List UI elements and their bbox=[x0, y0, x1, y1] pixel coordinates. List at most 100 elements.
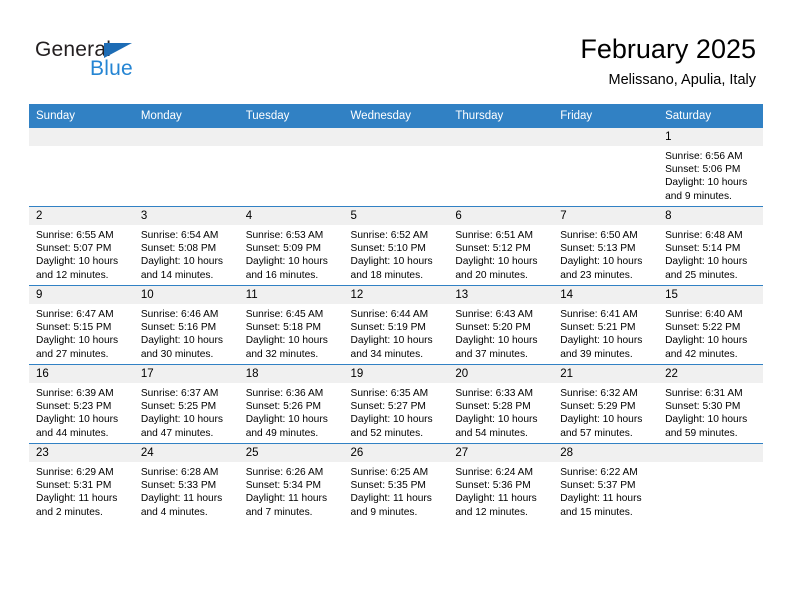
calendar-day-cell[interactable]: 7 Sunrise: 6:50 AM Sunset: 5:13 PM Daylight… bbox=[553, 206, 659, 286]
day-number: 7 bbox=[553, 207, 659, 225]
day-detail-line: Daylight: 11 hours bbox=[140, 493, 223, 505]
day-detail-line: Sunrise: 6:46 AM bbox=[140, 309, 219, 320]
day-details: Sunrise: 6:24 AM Sunset: 5:36 PM Daylight:… bbox=[448, 462, 553, 519]
day-detail-line: Sunrise: 6:39 AM bbox=[36, 388, 114, 399]
day-details: Sunrise: 6:25 AM Sunset: 5:35 PM Daylight:… bbox=[344, 462, 449, 519]
day-detail-line: Sunrise: 6:53 AM bbox=[245, 230, 324, 241]
calendar-day-cell[interactable]: 6 Sunrise: 6:51 AM Sunset: 5:12 PM Daylight… bbox=[448, 206, 554, 286]
calendar-day-cell[interactable]: 5 Sunrise: 6:52 AM Sunset: 5:10 PM Daylight… bbox=[343, 206, 449, 286]
day-detail-line: Sunrise: 6:35 AM bbox=[350, 388, 429, 399]
calendar-day-cell[interactable]: 20 Sunrise: 6:33 AM Sunset: 5:28 PM Dayligh… bbox=[448, 364, 554, 444]
day-detail-line: Daylight: 10 hours bbox=[665, 256, 748, 268]
day-details: Sunrise: 6:28 AM Sunset: 5:33 PM Daylight:… bbox=[134, 462, 239, 519]
day-details: Sunrise: 6:36 AM Sunset: 5:26 PM Daylight:… bbox=[239, 383, 344, 440]
day-number bbox=[238, 128, 344, 146]
calendar-day-cell[interactable]: 9 Sunrise: 6:47 AM Sunset: 5:15 PM Daylight… bbox=[29, 285, 134, 365]
calendar-day-cell[interactable]: 21 Sunrise: 6:32 AM Sunset: 5:29 PM Dayligh… bbox=[553, 364, 659, 444]
weekday-header-sunday: Sunday bbox=[29, 104, 134, 128]
day-details: Sunrise: 6:51 AM Sunset: 5:12 PM Daylight:… bbox=[448, 225, 553, 282]
day-detail-line: Sunset: 5:35 PM bbox=[350, 480, 426, 492]
logo-text-blue: Blue bbox=[90, 57, 133, 80]
general-blue-logo[interactable]: General Blue bbox=[35, 38, 235, 86]
day-number: 22 bbox=[658, 365, 763, 383]
weekday-header-friday: Friday bbox=[553, 104, 659, 128]
day-number bbox=[29, 128, 134, 146]
calendar-day-cell[interactable]: 12 Sunrise: 6:44 AM Sunset: 5:19 PM Dayligh… bbox=[343, 285, 449, 365]
day-number: 26 bbox=[343, 444, 449, 462]
calendar-day-cell[interactable]: 26 Sunrise: 6:25 AM Sunset: 5:35 PM Dayligh… bbox=[343, 443, 449, 522]
day-detail-line: Sunset: 5:26 PM bbox=[245, 401, 322, 413]
calendar-day-cell[interactable]: 27 Sunrise: 6:24 AM Sunset: 5:36 PM Dayligh… bbox=[448, 443, 554, 522]
calendar-day-cell[interactable]: 28 Sunrise: 6:22 AM Sunset: 5:37 PM Dayligh… bbox=[553, 443, 659, 522]
day-details: Sunrise: 6:39 AM Sunset: 5:23 PM Daylight:… bbox=[29, 383, 134, 440]
day-detail-line: Sunset: 5:09 PM bbox=[245, 243, 322, 255]
day-detail-line: Daylight: 10 hours bbox=[665, 335, 748, 347]
day-detail-line: and 27 minutes. bbox=[36, 348, 109, 360]
calendar-empty-cell bbox=[553, 127, 659, 207]
day-details: Sunrise: 6:46 AM Sunset: 5:16 PM Daylight:… bbox=[134, 304, 239, 361]
day-details: Sunrise: 6:35 AM Sunset: 5:27 PM Daylight:… bbox=[344, 383, 449, 440]
calendar-day-cell[interactable]: 2 Sunrise: 6:55 AM Sunset: 5:07 PM Daylight… bbox=[29, 206, 134, 286]
day-detail-line: Sunset: 5:14 PM bbox=[665, 243, 741, 255]
day-detail-line: and 12 minutes. bbox=[36, 269, 109, 281]
day-details bbox=[344, 146, 449, 150]
day-detail-line: Sunrise: 6:41 AM bbox=[560, 309, 638, 320]
calendar-day-cell[interactable]: 3 Sunrise: 6:54 AM Sunset: 5:08 PM Daylight… bbox=[133, 206, 239, 286]
day-detail-line: Sunrise: 6:26 AM bbox=[245, 467, 324, 478]
day-detail-line: Sunrise: 6:37 AM bbox=[140, 388, 219, 399]
weekday-header-monday: Monday bbox=[133, 104, 239, 128]
day-detail-line: Sunrise: 6:40 AM bbox=[665, 309, 743, 320]
day-detail-line: Sunset: 5:19 PM bbox=[350, 322, 426, 334]
day-detail-line: and 30 minutes. bbox=[140, 348, 214, 360]
calendar-day-cell[interactable]: 15 Sunrise: 6:40 AM Sunset: 5:22 PM Dayligh… bbox=[658, 285, 763, 365]
calendar-day-cell[interactable]: 8 Sunrise: 6:48 AM Sunset: 5:14 PM Daylight… bbox=[658, 206, 763, 286]
day-detail-line: Daylight: 10 hours bbox=[350, 414, 433, 426]
calendar-day-cell[interactable]: 16 Sunrise: 6:39 AM Sunset: 5:23 PM Dayligh… bbox=[29, 364, 134, 444]
day-details: Sunrise: 6:32 AM Sunset: 5:29 PM Daylight:… bbox=[553, 383, 658, 440]
day-detail-line: Sunrise: 6:22 AM bbox=[560, 467, 638, 478]
day-detail-line: Daylight: 10 hours bbox=[455, 335, 538, 347]
day-detail-line: and 37 minutes. bbox=[455, 348, 528, 360]
day-detail-line: Sunrise: 6:50 AM bbox=[560, 230, 638, 241]
day-detail-line: Sunset: 5:31 PM bbox=[36, 480, 112, 492]
day-detail-line: Sunset: 5:27 PM bbox=[350, 401, 426, 413]
day-detail-line: Daylight: 10 hours bbox=[245, 256, 328, 268]
calendar-day-cell[interactable]: 13 Sunrise: 6:43 AM Sunset: 5:20 PM Dayligh… bbox=[448, 285, 554, 365]
day-detail-line: Daylight: 11 hours bbox=[455, 493, 537, 505]
day-detail-line: and 18 minutes. bbox=[350, 269, 424, 281]
day-detail-line: Sunrise: 6:54 AM bbox=[140, 230, 219, 241]
day-detail-line: Sunrise: 6:33 AM bbox=[455, 388, 533, 399]
day-number bbox=[133, 128, 239, 146]
calendar-day-cell[interactable]: 18 Sunrise: 6:36 AM Sunset: 5:26 PM Dayligh… bbox=[238, 364, 344, 444]
weekday-header-thursday: Thursday bbox=[448, 104, 554, 128]
calendar-day-cell[interactable]: 14 Sunrise: 6:41 AM Sunset: 5:21 PM Dayligh… bbox=[553, 285, 659, 365]
calendar-week-row: 9 Sunrise: 6:47 AM Sunset: 5:15 PM Daylight… bbox=[29, 285, 763, 365]
day-number: 6 bbox=[448, 207, 554, 225]
calendar-day-cell[interactable]: 4 Sunrise: 6:53 AM Sunset: 5:09 PM Daylight… bbox=[238, 206, 344, 286]
day-detail-line: Sunrise: 6:25 AM bbox=[350, 467, 429, 478]
calendar-day-cell[interactable]: 17 Sunrise: 6:37 AM Sunset: 5:25 PM Dayligh… bbox=[133, 364, 239, 444]
day-details: Sunrise: 6:53 AM Sunset: 5:09 PM Daylight:… bbox=[239, 225, 344, 282]
day-detail-line: and 59 minutes. bbox=[665, 427, 738, 439]
day-number: 12 bbox=[343, 286, 449, 304]
day-detail-line: Sunset: 5:29 PM bbox=[560, 401, 636, 413]
calendar-day-cell[interactable]: 23 Sunrise: 6:29 AM Sunset: 5:31 PM Dayligh… bbox=[29, 443, 134, 522]
calendar-day-cell[interactable]: 25 Sunrise: 6:26 AM Sunset: 5:34 PM Dayligh… bbox=[238, 443, 344, 522]
day-detail-line: Sunset: 5:15 PM bbox=[36, 322, 112, 334]
calendar-day-cell[interactable]: 24 Sunrise: 6:28 AM Sunset: 5:33 PM Dayligh… bbox=[133, 443, 239, 522]
day-number: 20 bbox=[448, 365, 554, 383]
day-number: 5 bbox=[343, 207, 449, 225]
day-number: 15 bbox=[658, 286, 763, 304]
day-detail-line: Sunset: 5:21 PM bbox=[560, 322, 636, 334]
calendar-day-cell[interactable]: 1 Sunrise: 6:56 AM Sunset: 5:06 PM Daylight… bbox=[658, 127, 763, 207]
day-detail-line: Daylight: 10 hours bbox=[665, 177, 748, 189]
calendar-day-cell[interactable]: 19 Sunrise: 6:35 AM Sunset: 5:27 PM Dayligh… bbox=[343, 364, 449, 444]
day-details: Sunrise: 6:44 AM Sunset: 5:19 PM Daylight:… bbox=[344, 304, 449, 361]
day-detail-line: Sunrise: 6:52 AM bbox=[350, 230, 429, 241]
calendar-day-cell[interactable]: 11 Sunrise: 6:45 AM Sunset: 5:18 PM Dayligh… bbox=[238, 285, 344, 365]
day-detail-line: Sunrise: 6:45 AM bbox=[245, 309, 324, 320]
day-detail-line: Daylight: 11 hours bbox=[560, 493, 642, 505]
weekday-header-tuesday: Tuesday bbox=[238, 104, 344, 128]
calendar-day-cell[interactable]: 22 Sunrise: 6:31 AM Sunset: 5:30 PM Dayligh… bbox=[658, 364, 763, 444]
calendar-day-cell[interactable]: 10 Sunrise: 6:46 AM Sunset: 5:16 PM Dayligh… bbox=[133, 285, 239, 365]
